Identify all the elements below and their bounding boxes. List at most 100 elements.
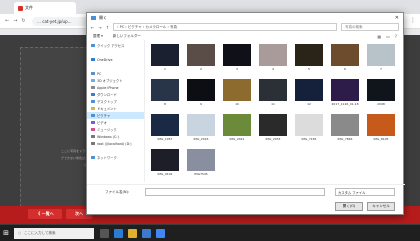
help-icon[interactable]: ? (395, 34, 397, 39)
chrome-icon[interactable] (156, 228, 165, 238)
forward-arrow-icon[interactable]: → (98, 25, 101, 30)
photo-image (259, 44, 287, 66)
nav-item[interactable]: ダウンロード (87, 91, 144, 98)
close-icon[interactable]: ✕ (395, 15, 399, 21)
file-name-label: IMG_1957 (157, 137, 173, 141)
nav-item[interactable]: ミュージック (87, 126, 144, 133)
browser-menu-icon[interactable]: ⋮ (410, 17, 416, 24)
nav-item[interactable]: ドキュメント (87, 105, 144, 112)
file-thumbnail[interactable]: 2 (187, 44, 215, 74)
file-thumbnail[interactable]: 12 (295, 79, 323, 109)
windows-start-icon[interactable]: ⊞ (0, 225, 12, 241)
dialog-toolbar: 整理 ▾ 新しいフォルダー ▦ ▭ ? (87, 32, 403, 40)
nav-item-label: クイック アクセス (97, 44, 125, 48)
organize-button[interactable]: 整理 ▾ (93, 34, 103, 39)
open-file-dialog: 開く ✕ ← → ↑ › PC › ピクチャ › カメラロール › 写真 写真の… (86, 12, 405, 215)
photo-image (151, 114, 179, 136)
chrome-icon (91, 15, 96, 20)
folder-icon (91, 78, 95, 83)
file-thumbnail[interactable]: IMG_9102 (151, 149, 179, 179)
preview-pane-icon[interactable]: ▭ (386, 34, 390, 39)
file-thumbnail[interactable]: 10 (223, 79, 251, 109)
photo-image (223, 44, 251, 66)
file-name-label: IMG_2033 (265, 137, 281, 141)
filetype-select[interactable]: カスタム ファイル (335, 188, 395, 196)
nav-item[interactable]: ピクチャ (87, 112, 144, 119)
forward-arrow-icon[interactable]: → (13, 18, 17, 24)
file-explorer-icon[interactable] (128, 228, 137, 238)
file-thumbnail[interactable]: IMG_1957 (151, 114, 179, 144)
file-name-label: IMG_2021 (229, 137, 245, 141)
file-name-label: IMG_7846 (337, 137, 353, 141)
nav-item[interactable]: PC (87, 70, 144, 77)
file-thumbnail[interactable]: IMG_2021 (223, 114, 251, 144)
filename-input[interactable] (145, 188, 325, 196)
store-icon[interactable] (142, 228, 151, 238)
file-name-label: IMG_2016 (193, 137, 209, 141)
file-name-label: 2 (200, 67, 202, 71)
file-thumbnail[interactable]: 4 (259, 44, 287, 74)
new-folder-button[interactable]: 新しいフォルダー (113, 34, 141, 39)
file-thumbnail[interactable]: 8 (151, 79, 179, 109)
nav-item[interactable]: 3D オブジェクト (87, 77, 144, 84)
nav-item[interactable]: OneDrive (87, 56, 144, 63)
file-name-label: 5 (308, 67, 310, 71)
file-thumbnail[interactable]: 2017_1126_01-18 (331, 79, 359, 109)
filename-label: ファイル名(N): (105, 190, 130, 194)
photo-image (151, 44, 179, 66)
photo-image (295, 79, 323, 101)
file-thumbnail[interactable]: 11 (259, 79, 287, 109)
file-thumbnail[interactable]: 6 (331, 44, 359, 74)
open-button[interactable]: 開く(O) (335, 202, 363, 211)
file-thumbnail[interactable]: 5 (295, 44, 323, 74)
folder-icon (91, 127, 95, 132)
view-options-icon[interactable]: ▦ (377, 34, 381, 39)
up-arrow-icon[interactable]: ↑ (106, 25, 109, 30)
photo-image (151, 149, 179, 171)
file-thumbnail[interactable]: IMG_2016 (187, 114, 215, 144)
file-thumbnail[interactable]: 3 (223, 44, 251, 74)
back-arrow-icon[interactable]: ← (91, 25, 94, 30)
nav-item[interactable]: クイック アクセス (87, 42, 144, 49)
file-thumbnail[interactable]: IMG_2033 (259, 114, 287, 144)
back-arrow-icon[interactable]: ← (5, 18, 9, 24)
file-thumbnail[interactable]: IMG7545 (187, 149, 215, 179)
file-thumbnail[interactable]: 2098 (367, 79, 395, 109)
dialog-titlebar: 開く ✕ (87, 13, 403, 22)
task-view-icon[interactable] (100, 228, 109, 238)
nav-item[interactable]: Apple iPhone (87, 84, 144, 91)
browser-tab[interactable]: 文件 (14, 2, 76, 14)
photo-image (223, 79, 251, 101)
file-thumbnail[interactable]: 7 (367, 44, 395, 74)
path-breadcrumb[interactable]: › PC › ピクチャ › カメラロール › 写真 (113, 23, 337, 31)
file-thumbnail[interactable]: IMG_7846 (331, 114, 359, 144)
nav-item[interactable]: ビデオ (87, 119, 144, 126)
file-thumbnail[interactable]: 1 (151, 44, 179, 74)
file-name-label: IMG_9102 (157, 172, 173, 176)
photo-image (331, 44, 359, 66)
nav-item[interactable]: ネットワーク (87, 154, 144, 161)
back-to-list-button[interactable]: 《 一覧へ (28, 209, 62, 219)
reload-icon[interactable]: ↻ (21, 18, 25, 24)
file-thumbnail[interactable]: IMG_7165 (295, 114, 323, 144)
cancel-button[interactable]: キャンセル (367, 202, 395, 211)
file-name-label: 9 (200, 102, 202, 106)
nav-item-label: ミュージック (97, 128, 117, 132)
taskbar-search-input[interactable]: ○ ここに入力して検索 (14, 227, 94, 239)
photo-image (151, 79, 179, 101)
photo-image (295, 114, 323, 136)
photo-image (367, 44, 395, 66)
nav-item-label: Apple iPhone (97, 85, 119, 90)
dialog-search-input[interactable]: 写真の検索 (341, 23, 399, 31)
nav-item-label: OneDrive (97, 57, 113, 62)
nav-item[interactable]: Windows (C:) (87, 133, 144, 140)
file-thumbnail[interactable]: IMG_8105 (367, 114, 395, 144)
folder-icon (91, 155, 95, 160)
file-thumbnail[interactable]: 9 (187, 79, 215, 109)
nav-item-label: デスクトップ (97, 100, 117, 104)
file-name-label: IMG_8105 (373, 137, 389, 141)
nav-item[interactable]: デスクトップ (87, 98, 144, 105)
photo-image (331, 114, 359, 136)
edge-icon[interactable] (114, 228, 123, 238)
nav-item[interactable]: root (\\localhost) (D:) (87, 140, 144, 147)
